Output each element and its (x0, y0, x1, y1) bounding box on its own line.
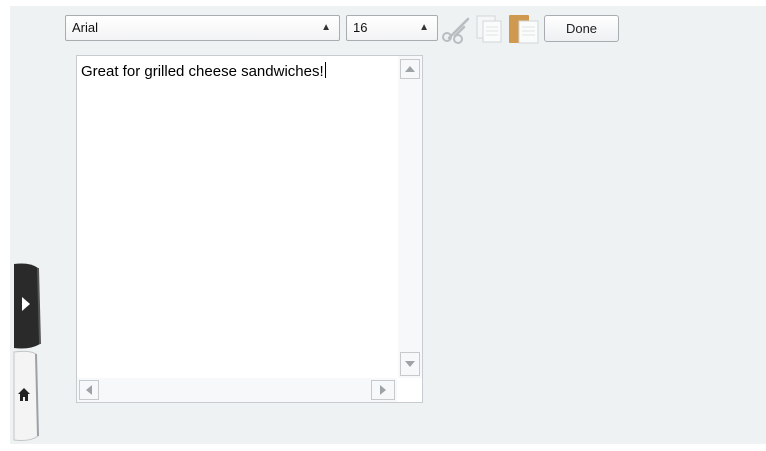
horizontal-scrollbar[interactable] (77, 378, 397, 402)
font-family-select[interactable]: Arial ▲ (65, 15, 340, 41)
done-button[interactable]: Done (544, 15, 619, 42)
scissors-icon[interactable] (441, 16, 475, 44)
paste-icon[interactable] (507, 14, 541, 44)
scroll-right-icon[interactable] (371, 380, 395, 400)
home-side-tab[interactable] (10, 348, 44, 444)
text-caret (324, 62, 326, 78)
scroll-up-icon[interactable] (400, 59, 420, 79)
select-arrows-icon: ▲ (419, 22, 429, 33)
editor-text: Great for grilled cheese sandwiches! (81, 63, 324, 80)
copy-icon[interactable] (475, 14, 505, 44)
font-family-value: Arial (72, 20, 99, 35)
font-size-select[interactable]: 16 ▲ (346, 15, 438, 41)
vertical-scrollbar[interactable] (398, 56, 422, 378)
scroll-left-icon[interactable] (79, 380, 99, 400)
font-size-value: 16 (353, 20, 368, 35)
scroll-down-icon[interactable] (400, 352, 420, 376)
text-editor[interactable]: Great for grilled cheese sandwiches! (76, 55, 423, 403)
resize-grip[interactable] (398, 378, 422, 402)
select-arrows-icon: ▲ (321, 22, 331, 33)
expand-side-tab[interactable] (10, 260, 44, 352)
editor-content[interactable]: Great for grilled cheese sandwiches! (81, 62, 326, 80)
